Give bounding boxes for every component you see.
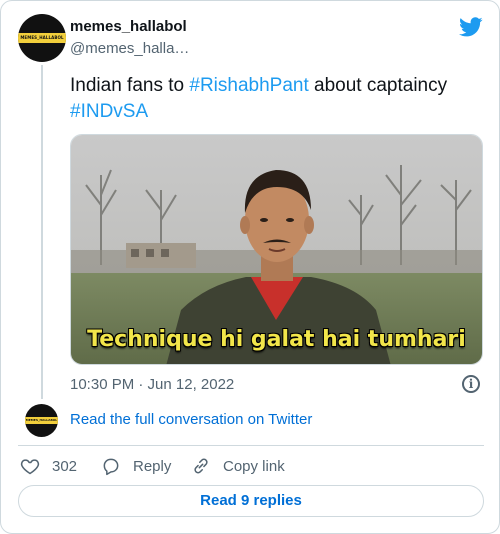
reply-bubble-icon — [103, 458, 119, 476]
avatar-logo-text: MEMES_HALLABOL — [25, 418, 58, 422]
reply-button[interactable]: Reply — [101, 455, 171, 477]
read-conversation-link[interactable]: Read the full conversation on Twitter — [70, 411, 312, 428]
thread-line — [41, 65, 43, 399]
author-display-name[interactable]: memes_hallabol — [70, 18, 187, 35]
divider — [18, 445, 484, 446]
hashtag-link[interactable]: #RishabhPant — [189, 75, 308, 96]
tweet-text-middle: about captaincy — [308, 75, 448, 96]
avatar-logo-text: MEMES_HALLABOL — [20, 35, 64, 40]
copy-link-label: Copy link — [223, 457, 285, 475]
heart-icon — [20, 459, 40, 475]
meme-caption: Technique hi galat hai tumhari — [87, 327, 466, 352]
tweet-timestamp[interactable]: 10:30 PM · Jun 12, 2022 — [70, 376, 234, 393]
link-icon — [194, 458, 208, 474]
tweet-media-image[interactable]: Technique hi galat hai tumhari — [70, 134, 483, 365]
tweet-text-intro: Indian fans to — [70, 75, 190, 96]
author-avatar[interactable]: MEMES_HALLABOL — [18, 14, 66, 62]
hashtag-link[interactable]: #INDvSA — [70, 101, 148, 122]
like-button[interactable]: 302 — [20, 455, 77, 477]
read-replies-button[interactable]: Read 9 replies — [18, 485, 484, 517]
tweet-text: Indian fans to #RishabhPant about captai… — [70, 73, 490, 125]
tweet-card: MEMES_HALLABOL memes_hallabol @memes_hal… — [0, 0, 500, 534]
info-icon[interactable]: i — [462, 375, 480, 393]
like-count: 302 — [52, 457, 78, 475]
conversation-avatar[interactable]: MEMES_HALLABOL — [25, 404, 58, 437]
twitter-bird-icon[interactable] — [459, 15, 483, 39]
reply-label: Reply — [133, 457, 172, 475]
copy-link-button[interactable]: Copy link — [191, 455, 285, 477]
author-handle[interactable]: @memes_halla… — [70, 40, 189, 57]
